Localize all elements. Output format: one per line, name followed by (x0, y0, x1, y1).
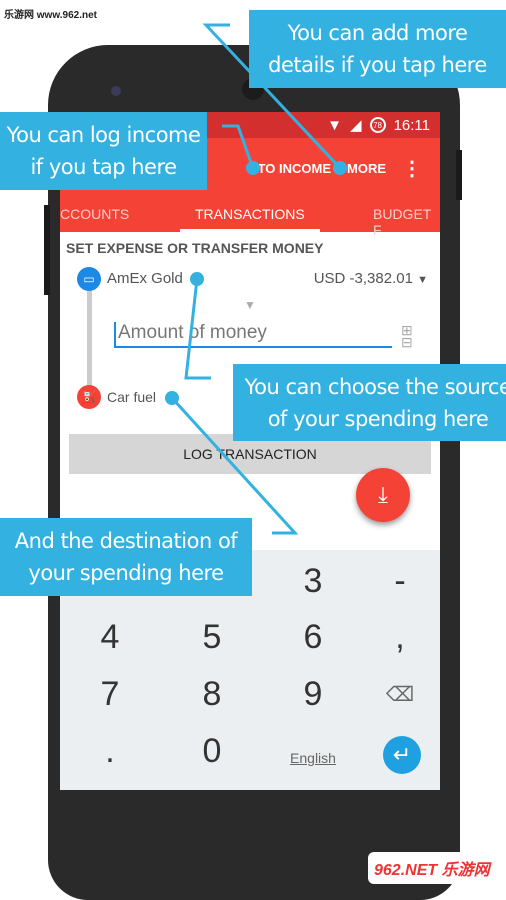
pointer-dot (190, 272, 204, 286)
pointer-income (222, 124, 255, 169)
site-logo: 962.NET 乐游网 (368, 852, 496, 884)
callout-source: You can choose the source of your spendi… (233, 364, 506, 441)
pointer-dot (246, 161, 260, 175)
callout-income: You can log income if you tap here (0, 112, 207, 190)
callout-destination: And the destination of your spending her… (0, 518, 252, 596)
pointer-dot (165, 391, 179, 405)
callout-more: You can add more details if you tap here (249, 10, 506, 88)
pointer-source (184, 278, 211, 380)
pointer-dot (333, 161, 347, 175)
